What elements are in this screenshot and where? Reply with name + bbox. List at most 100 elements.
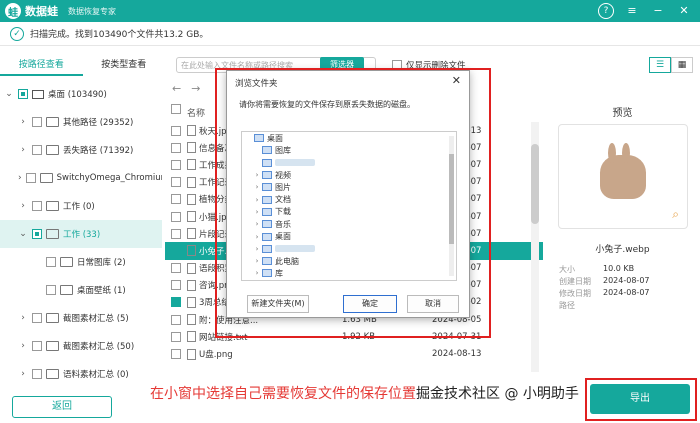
folder-icon: [46, 229, 59, 239]
tree-checkbox[interactable]: [25, 173, 36, 183]
tree-node[interactable]: › 语料素材汇总 (0): [0, 360, 162, 388]
back-arrow-icon[interactable]: ←: [172, 82, 181, 95]
tree-node[interactable]: › 丢失路径 (71392): [0, 136, 162, 164]
list-view-icon[interactable]: ☰: [649, 57, 671, 73]
tree-node-label: SwitchyOmega_Chromium: [56, 173, 162, 183]
file-checkbox[interactable]: [171, 228, 181, 239]
tree-node-label: 工作 (0): [63, 202, 95, 212]
preview-file-name: 小兔子.webp: [595, 245, 650, 255]
file-checkbox[interactable]: [171, 331, 181, 342]
close-icon[interactable]: ✕: [676, 3, 692, 19]
file-checkbox[interactable]: [171, 211, 181, 222]
meta-key: 修改日期: [559, 289, 591, 298]
file-checkbox[interactable]: [171, 194, 181, 205]
meta-row: 大小 10.0 KB: [559, 264, 699, 276]
file-icon: [187, 262, 196, 274]
folder-icon: [46, 201, 59, 211]
meta-value: 10.0 KB: [603, 264, 635, 273]
file-icon: [187, 314, 196, 326]
file-checkbox[interactable]: [171, 245, 181, 256]
tree-node-label: 桌面壁纸 (1): [77, 286, 126, 296]
tree-node[interactable]: ⌄ 工作 (33): [0, 220, 162, 248]
tree-checkbox[interactable]: [32, 117, 42, 127]
file-checkbox[interactable]: [171, 349, 181, 360]
tree-checkbox[interactable]: [32, 145, 42, 155]
zoom-icon[interactable]: ⌕: [672, 207, 679, 222]
back-button[interactable]: 返回: [12, 396, 112, 418]
tree-node-label: 截图素材汇总 (50): [63, 342, 135, 352]
file-icon: [187, 331, 196, 343]
file-checkbox[interactable]: [171, 263, 181, 274]
tree-node[interactable]: 桌面壁纸 (1): [0, 276, 162, 304]
tree-checkbox[interactable]: [32, 313, 42, 323]
chevron-right-icon[interactable]: ›: [18, 369, 28, 379]
file-row[interactable]: U盘.png 2024-08-13: [165, 345, 543, 362]
tree-node-label: 语料素材汇总 (0): [63, 370, 129, 380]
meta-key: 大小: [559, 265, 575, 274]
help-icon[interactable]: ?: [598, 3, 614, 19]
chevron-down-icon[interactable]: ⌄: [18, 229, 28, 239]
menu-icon[interactable]: ≡: [624, 3, 640, 19]
chevron-right-icon[interactable]: ›: [18, 313, 28, 323]
tree-checkbox[interactable]: [32, 341, 42, 351]
select-all-checkbox[interactable]: [171, 104, 181, 114]
tree-node[interactable]: › 其他路径 (29352): [0, 108, 162, 136]
file-icon: [187, 279, 196, 291]
tab-by-type[interactable]: 按类型查看: [83, 54, 166, 76]
file-date: 2024-08-13: [432, 349, 482, 360]
file-checkbox[interactable]: [171, 125, 181, 136]
file-checkbox[interactable]: [171, 314, 181, 325]
file-checkbox[interactable]: [171, 142, 181, 153]
list-scrollbar[interactable]: [531, 122, 539, 372]
tree-checkbox[interactable]: [46, 257, 56, 267]
chevron-right-icon[interactable]: ›: [18, 341, 28, 351]
tree-checkbox[interactable]: [18, 89, 28, 99]
file-icon: [187, 296, 196, 308]
tree-node-label: 桌面 (103490): [48, 90, 107, 100]
file-icon: [187, 211, 196, 223]
file-name: U盘.png: [199, 350, 233, 361]
file-checkbox[interactable]: [171, 280, 181, 291]
file-checkbox[interactable]: [171, 159, 181, 170]
tree-checkbox[interactable]: [32, 369, 42, 379]
minimize-icon[interactable]: −: [650, 3, 666, 19]
chevron-right-icon[interactable]: ›: [18, 145, 28, 155]
tree-checkbox[interactable]: [32, 201, 42, 211]
tree-checkbox[interactable]: [32, 229, 42, 239]
list-scroll-thumb[interactable]: [531, 144, 539, 224]
file-icon: [187, 125, 196, 137]
chevron-right-icon[interactable]: ›: [18, 117, 28, 127]
export-highlight-box: [585, 378, 697, 421]
meta-row: 创建日期 2024-08-07: [559, 276, 699, 288]
file-checkbox[interactable]: [171, 297, 181, 308]
tree-node[interactable]: › 截图素材汇总 (5): [0, 304, 162, 332]
folder-icon: [46, 341, 59, 351]
tree-node[interactable]: › SwitchyOmega_Chromium: [0, 164, 162, 192]
chevron-right-icon[interactable]: ›: [18, 173, 22, 183]
forward-arrow-icon[interactable]: →: [191, 82, 200, 95]
frog-logo-icon: 蛙: [5, 3, 21, 19]
folder-icon: [60, 257, 73, 267]
preview-image: ⌕: [558, 124, 688, 229]
file-icon: [187, 176, 196, 188]
tree-node[interactable]: › 截图素材汇总 (50): [0, 332, 162, 360]
meta-value: 2024-08-07: [603, 276, 650, 285]
tree-node-label: 日常图库 (2): [77, 258, 126, 268]
meta-key: 路径: [559, 301, 575, 310]
meta-row: 路径: [559, 300, 699, 312]
tree-node[interactable]: 日常图库 (2): [0, 248, 162, 276]
tree-node[interactable]: ⌄ 桌面 (103490): [0, 80, 162, 108]
chevron-right-icon[interactable]: ›: [18, 201, 28, 211]
tree-node[interactable]: › 工作 (0): [0, 192, 162, 220]
tree-node-label: 工作 (33): [63, 230, 101, 240]
file-checkbox[interactable]: [171, 177, 181, 188]
scan-status-bar: ✓ 扫描完成。找到103490个文件共13.2 GB。: [0, 22, 700, 46]
grid-view-icon[interactable]: ▦: [671, 57, 693, 73]
folder-icon: [46, 313, 59, 323]
tree-checkbox[interactable]: [46, 285, 56, 295]
meta-key: 创建日期: [559, 277, 591, 286]
tab-by-path[interactable]: 按路径查看: [0, 54, 83, 76]
watermark: 掘金技术社区 @ 小明助手: [416, 386, 579, 402]
chevron-down-icon[interactable]: ⌄: [4, 89, 14, 99]
monitor-icon: [32, 89, 44, 99]
